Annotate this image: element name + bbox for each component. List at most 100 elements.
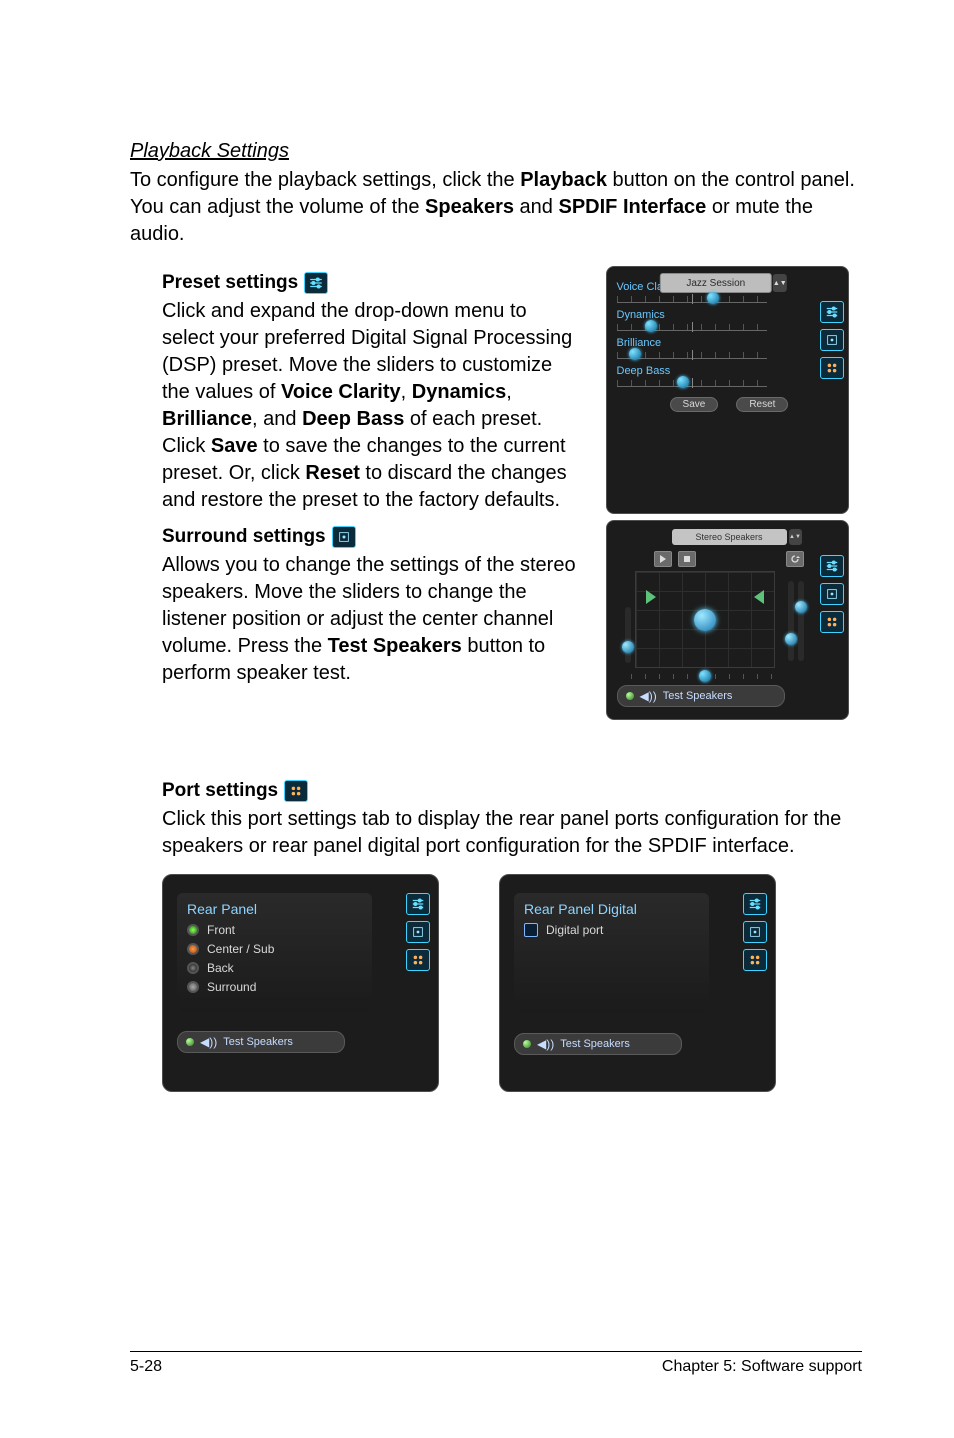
reset-button[interactable]: Reset xyxy=(736,397,788,412)
tab-surround-icon[interactable] xyxy=(743,921,767,943)
preset-db: Deep Bass xyxy=(302,408,404,430)
right-volume-slider-2[interactable] xyxy=(798,581,804,661)
preset-settings-body: Click and expand the drop-down menu to s… xyxy=(162,298,582,514)
save-button[interactable]: Save xyxy=(670,397,719,412)
intro-spdif-bold: SPDIF Interface xyxy=(558,196,706,218)
chapter-label: Chapter 5: Software support xyxy=(662,1358,862,1376)
stepper-icon[interactable]: ▲▼ xyxy=(789,529,802,545)
rear-panel-digital: Rear Panel Digital Digital port ◀)) Test… xyxy=(499,874,776,1092)
slider-thumb[interactable] xyxy=(645,320,657,332)
play-icon[interactable] xyxy=(654,551,672,567)
port-label: Back xyxy=(207,961,234,975)
surround-settings-heading: Surround settings xyxy=(162,526,582,548)
surround-panel: Stereo Speakers ▲▼ xyxy=(606,520,849,720)
port-surround[interactable]: Surround xyxy=(187,980,362,994)
intro-paragraph: To configure the playback settings, clic… xyxy=(130,167,862,248)
slider-dynamics[interactable]: Dynamics xyxy=(617,309,842,331)
rear-panel: Rear Panel Front Center / Sub Back Surro… xyxy=(162,874,439,1092)
intro-and: and xyxy=(514,196,558,218)
tab-port-icon[interactable] xyxy=(820,357,844,379)
preset-dyn: Dynamics xyxy=(412,381,507,403)
preset-panel: Jazz Session ▲▼ Voice Clarity Dynamics xyxy=(606,266,849,514)
sound-icon: ◀)) xyxy=(200,1035,217,1049)
surround-settings-label: Surround settings xyxy=(162,526,326,548)
status-led-icon xyxy=(186,1038,194,1046)
preset-dropdown-label: Jazz Session xyxy=(686,278,745,289)
stepper-icon[interactable]: ▲▼ xyxy=(773,274,787,292)
jack-black-icon xyxy=(187,962,199,974)
slider-brilliance[interactable]: Brilliance xyxy=(617,337,842,359)
preset-save-bold: Save xyxy=(211,435,258,457)
listener-grid[interactable] xyxy=(635,571,775,668)
tab-port-icon[interactable] xyxy=(743,949,767,971)
surround-settings-body: Allows you to change the settings of the… xyxy=(162,552,582,687)
slider-label: Deep Bass xyxy=(617,365,842,377)
slider-thumb[interactable] xyxy=(699,670,711,682)
center-channel-slider[interactable] xyxy=(631,674,781,679)
port-center-sub[interactable]: Center / Sub xyxy=(187,942,362,956)
stop-icon[interactable] xyxy=(678,551,696,567)
tab-port-icon[interactable] xyxy=(406,949,430,971)
sound-icon: ◀)) xyxy=(640,689,657,703)
port-settings-body: Click this port settings tab to display … xyxy=(162,806,862,860)
port-front[interactable]: Front xyxy=(187,923,362,937)
port-digital[interactable]: Digital port xyxy=(524,923,699,937)
test-speakers-button[interactable]: ◀)) Test Speakers xyxy=(617,685,785,707)
port-label: Center / Sub xyxy=(207,942,274,956)
tab-preset-icon[interactable] xyxy=(820,301,844,323)
port-back[interactable]: Back xyxy=(187,961,362,975)
slider-thumb[interactable] xyxy=(677,376,689,388)
slider-thumb[interactable] xyxy=(707,292,719,304)
preset-c2: , xyxy=(506,381,512,403)
preset-dropdown[interactable]: Jazz Session ▲▼ xyxy=(660,273,772,293)
jack-grey-icon xyxy=(187,981,199,993)
sound-icon: ◀)) xyxy=(537,1037,554,1051)
jack-orange-icon xyxy=(187,943,199,955)
preset-c1: , xyxy=(401,381,412,403)
test-speakers-label: Test Speakers xyxy=(663,690,733,702)
intro-speakers-bold: Speakers xyxy=(425,196,514,218)
status-led-icon xyxy=(626,692,634,700)
preset-reset-bold: Reset xyxy=(305,462,359,484)
test-speakers-button[interactable]: ◀)) Test Speakers xyxy=(177,1031,345,1053)
intro-text: To configure the playback settings, clic… xyxy=(130,169,520,191)
port-settings-heading: Port settings xyxy=(162,780,862,802)
port-label: Front xyxy=(207,923,235,937)
speaker-config-label: Stereo Speakers xyxy=(695,532,762,542)
preset-bri: Brilliance xyxy=(162,408,252,430)
test-speakers-button[interactable]: ◀)) Test Speakers xyxy=(514,1033,682,1055)
test-speakers-label: Test Speakers xyxy=(560,1038,630,1050)
port-settings-label: Port settings xyxy=(162,780,278,802)
right-volume-slider-1[interactable] xyxy=(788,581,794,661)
speaker-right-icon xyxy=(754,590,764,604)
port-label: Digital port xyxy=(546,923,603,937)
tab-preset-icon[interactable] xyxy=(743,893,767,915)
jack-green-icon xyxy=(187,924,199,936)
test-speakers-label: Test Speakers xyxy=(223,1036,293,1048)
tab-surround-icon[interactable] xyxy=(406,921,430,943)
slider-label: Brilliance xyxy=(617,337,842,349)
left-volume-slider[interactable] xyxy=(625,607,631,663)
speaker-left-icon xyxy=(646,590,656,604)
preset-c3: , and xyxy=(252,408,302,430)
jack-digital-icon xyxy=(524,923,538,937)
port-label: Surround xyxy=(207,980,256,994)
preset-settings-icon[interactable] xyxy=(304,272,328,294)
page-number: 5-28 xyxy=(130,1358,162,1376)
listener-position[interactable] xyxy=(694,609,716,631)
preset-settings-heading: Preset settings xyxy=(162,272,582,294)
surround-test-bold: Test Speakers xyxy=(328,635,462,657)
section-heading-playback: Playback Settings xyxy=(130,140,862,163)
slider-deep-bass[interactable]: Deep Bass xyxy=(617,365,842,387)
speaker-config-dropdown[interactable]: Stereo Speakers ▲▼ xyxy=(672,529,787,545)
intro-playback-bold: Playback xyxy=(520,169,607,191)
reset-position-icon[interactable] xyxy=(786,551,804,567)
tab-preset-icon[interactable] xyxy=(406,893,430,915)
rear-panel-digital-title: Rear Panel Digital xyxy=(524,901,699,917)
tab-surround-icon[interactable] xyxy=(820,329,844,351)
preset-vc: Voice Clarity xyxy=(281,381,401,403)
preset-settings-label: Preset settings xyxy=(162,272,298,294)
surround-settings-icon[interactable] xyxy=(332,526,356,548)
slider-thumb[interactable] xyxy=(629,348,641,360)
port-settings-icon[interactable] xyxy=(284,780,308,802)
